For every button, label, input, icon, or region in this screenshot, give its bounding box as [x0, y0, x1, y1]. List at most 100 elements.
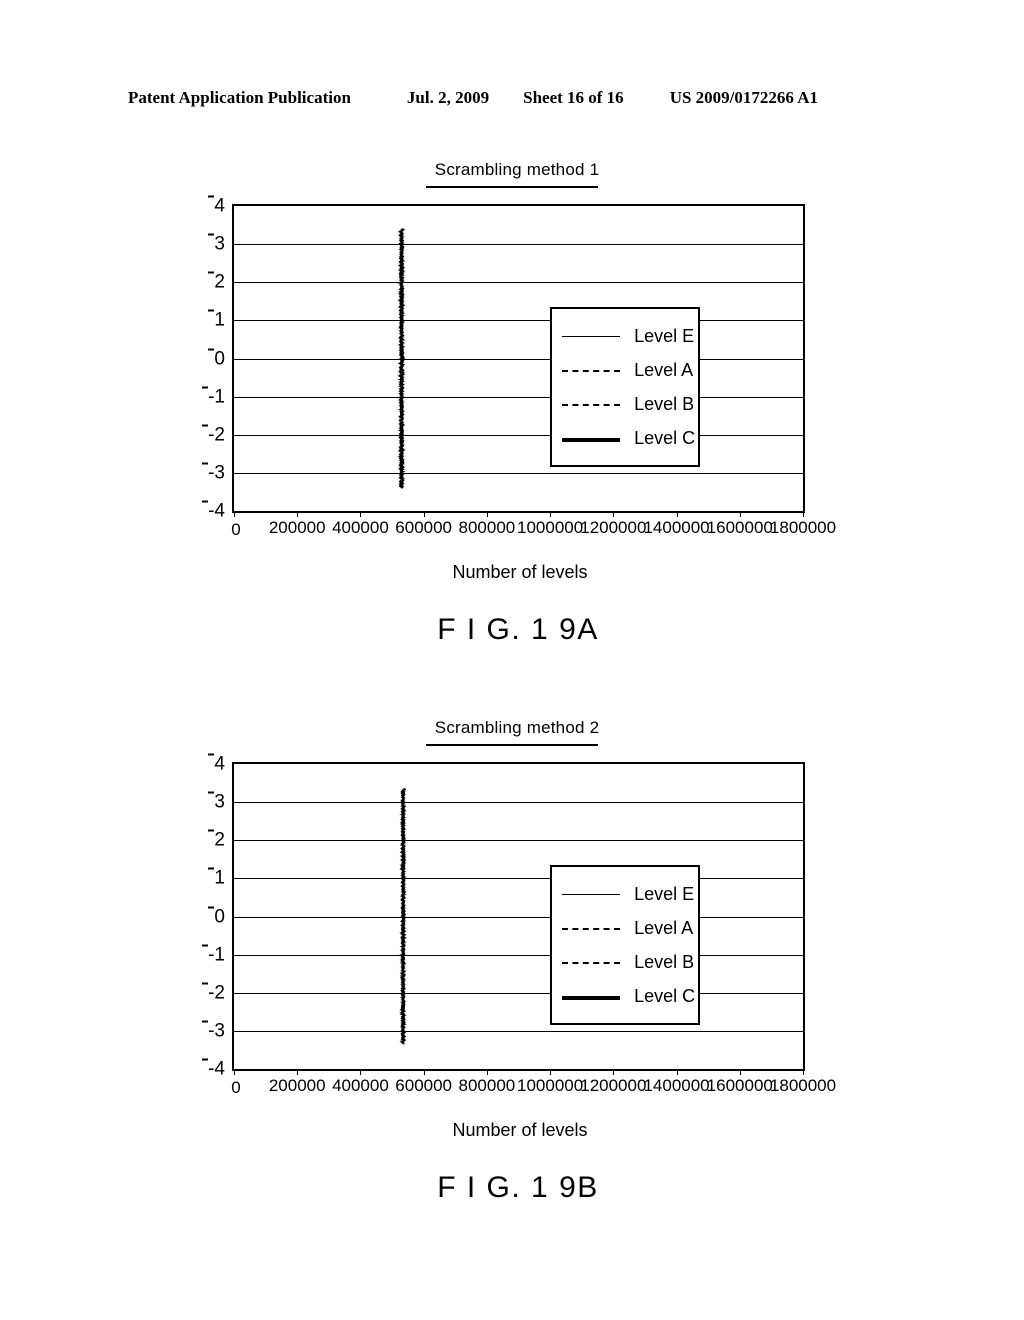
legend-key-level-b [562, 955, 621, 969]
y-tick-mark [202, 386, 209, 389]
y-tick-label: -4 [202, 1058, 225, 1079]
x-tick-label: 200000 [268, 1076, 326, 1095]
y-tick-mark [208, 829, 215, 832]
legend-line-swatch [562, 438, 621, 443]
legend-row: Level B [562, 945, 694, 979]
y-tick-label: 0 [208, 348, 225, 368]
legend-row: Level C [562, 421, 695, 455]
x-tick-label: 1200000 [580, 1076, 647, 1095]
header-publication-label: Patent Application Publication [128, 88, 351, 107]
legend-key-level-c [562, 989, 621, 1003]
data-series-layer [234, 206, 803, 511]
chart-title: Scrambling method 1 [434, 160, 600, 179]
header-date-label: Jul. 2, 2009 [406, 88, 490, 107]
legend-key-level-e [562, 329, 621, 343]
x-tick-mark [550, 1069, 552, 1075]
y-tick-mark [202, 982, 209, 985]
x-tick-label: 1400000 [643, 1076, 710, 1095]
x-tick-mark [360, 511, 362, 517]
y-tick-mark [202, 944, 209, 947]
legend-row: Level B [562, 387, 694, 421]
header-document-number: US 2009/0172266 A1 [669, 88, 818, 107]
x-tick-mark [676, 1069, 678, 1075]
legend-key-level-e [562, 887, 621, 901]
y-tick-mark [208, 906, 215, 908]
y-tick-mark [208, 195, 215, 198]
legend-row: Level E [562, 877, 694, 911]
publication-header: Patent Application Publication Jul. 2, 2… [128, 88, 896, 108]
legend-line-swatch [562, 894, 621, 896]
y-tick-label: -3 [202, 462, 225, 482]
legend-label: Level B [634, 952, 695, 973]
header-sheet-label: Sheet 16 of 16 [523, 88, 624, 107]
figure-caption: F I G. 1 9B [437, 1171, 599, 1204]
x-tick-label: 1200000 [580, 518, 647, 537]
legend-rows: Level E Level A Level B Level C [562, 319, 695, 455]
x-tick-mark [297, 1069, 299, 1075]
legend-row: Level C [562, 979, 695, 1013]
legend-line-swatch [562, 370, 621, 373]
y-tick-label: 2 [208, 829, 225, 850]
x-tick-mark [486, 1069, 488, 1075]
x-tick-mark [676, 511, 678, 517]
x-tick-mark [486, 511, 488, 517]
legend-row: Level A [562, 353, 693, 387]
figure-caption: F I G. 1 9A [437, 613, 599, 646]
x-tick-label: 0 [231, 1078, 241, 1097]
legend-row: Level E [562, 319, 694, 353]
x-tick-label: 0 [231, 520, 241, 539]
x-tick-label: 1600000 [706, 1076, 773, 1095]
y-tick-label: 0 [208, 906, 225, 926]
legend-key-level-a [562, 363, 621, 377]
y-tick-label: 3 [208, 791, 225, 812]
legend-key-level-b [562, 397, 621, 411]
y-tick-label: -4 [202, 500, 225, 521]
x-tick-label: 400000 [332, 1076, 389, 1095]
y-tick-mark [208, 271, 215, 274]
x-tick-mark [739, 1069, 741, 1075]
figure-19a: Scrambling method 1 4 3 2 1 0 -1 -2 -3 -4 0 20000… [0, 160, 1024, 647]
y-tick-label: -2 [202, 424, 225, 444]
title-underline-rule [426, 186, 598, 188]
legend-rows: Level E Level A Level B Level C [562, 877, 695, 1013]
x-tick-mark [550, 511, 552, 517]
legend-line-swatch [562, 404, 621, 407]
x-tick-mark [803, 1069, 804, 1075]
y-tick-label: -1 [202, 944, 225, 964]
y-tick-mark [202, 462, 209, 465]
x-tick-mark [234, 511, 235, 517]
chart-title: Scrambling method 2 [434, 718, 600, 737]
figure-19b: Scrambling method 2 4 3 2 1 0 -1 -2 -3 -4 0 20000… [0, 718, 1024, 1205]
legend-line-swatch [562, 336, 621, 338]
x-tick-mark [234, 1069, 235, 1075]
x-tick-label: 800000 [458, 1076, 516, 1095]
legend-key-level-a [562, 921, 621, 935]
x-tick-label: 1800000 [769, 518, 837, 537]
y-tick-label: 2 [208, 271, 225, 292]
x-tick-label: 600000 [395, 1076, 453, 1095]
x-tick-label: 1800000 [769, 1076, 837, 1095]
legend-line-swatch [562, 962, 621, 965]
x-tick-label: 1000000 [517, 518, 584, 537]
y-tick-mark [202, 424, 209, 427]
title-underline-rule [426, 744, 598, 746]
plot-wrapper: 4 3 2 1 0 -1 -2 -3 -4 0 200000 400000 600000 800000 1… [0, 753, 1024, 1114]
legend-line-swatch [562, 928, 621, 931]
legend-line-swatch [562, 996, 621, 1001]
y-tick-label: -1 [202, 386, 225, 406]
y-tick-mark [202, 1020, 209, 1023]
y-tick-label: 3 [208, 233, 225, 254]
legend-label: Level C [634, 428, 696, 449]
y-tick-label: -3 [202, 1020, 225, 1040]
x-tick-mark [423, 511, 425, 517]
x-axis-title: Number of levels [452, 562, 588, 582]
x-tick-label: 1600000 [706, 518, 773, 537]
x-tick-label: 1400000 [643, 518, 710, 537]
y-tick-label: 4 [208, 195, 225, 216]
x-tick-mark [613, 1069, 615, 1075]
x-tick-mark [739, 511, 741, 517]
legend-row: Level A [562, 911, 693, 945]
x-tick-mark [297, 511, 299, 517]
legend-key-level-c [562, 431, 621, 445]
y-tick-mark [202, 1058, 209, 1061]
